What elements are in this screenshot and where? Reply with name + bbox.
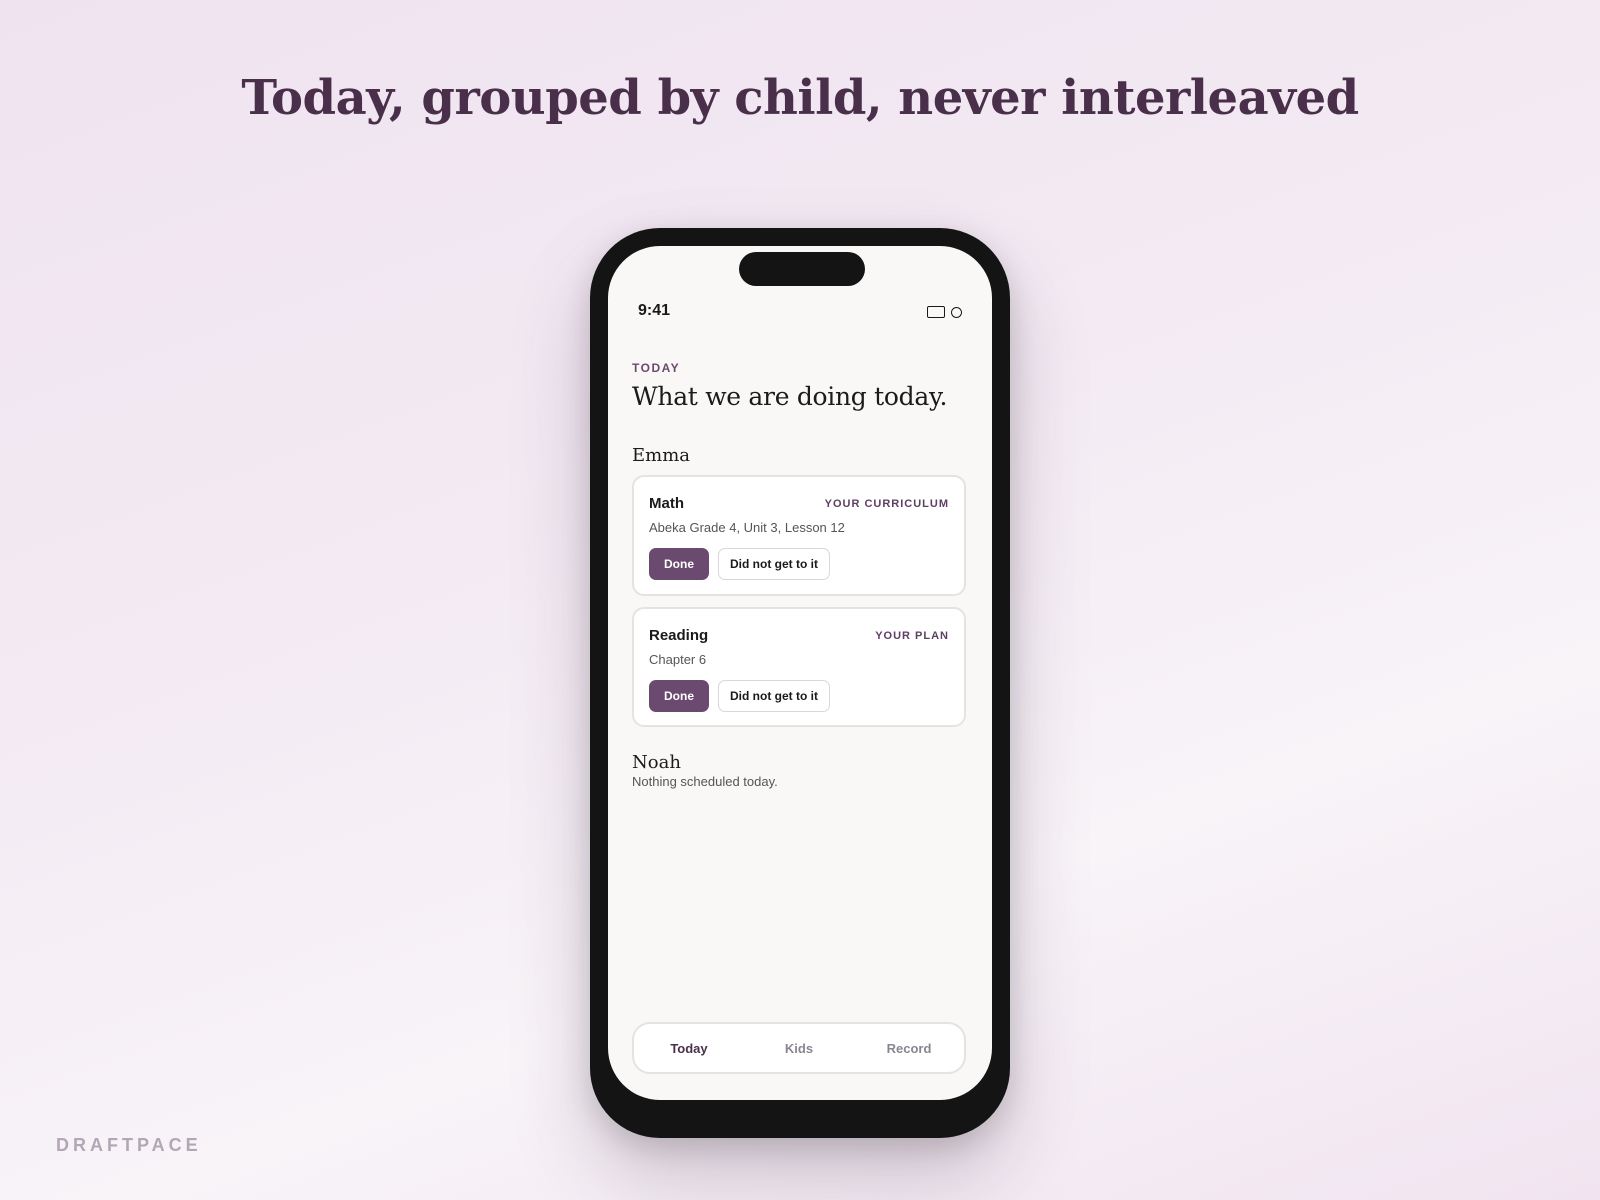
child-name-emma: Emma (632, 445, 691, 466)
child-name-noah: Noah (632, 752, 681, 773)
bottom-tab-bar: Today Kids Record (632, 1022, 966, 1074)
card-detail: Abeka Grade 4, Unit 3, Lesson 12 (649, 520, 845, 535)
status-time: 9:41 (638, 302, 671, 319)
tab-today[interactable]: Today (635, 1041, 744, 1056)
done-button[interactable]: Done (649, 548, 709, 580)
did-not-get-to-it-button[interactable]: Did not get to it (718, 680, 830, 712)
section-eyebrow: TODAY (632, 361, 681, 375)
circle-icon (951, 306, 962, 318)
lesson-card-reading: Reading YOUR PLAN Chapter 6 Done Did not… (632, 607, 966, 727)
page-title: What we are doing today. (632, 382, 948, 411)
battery-icon (927, 306, 945, 318)
tab-record[interactable]: Record (855, 1041, 964, 1056)
status-icons (927, 306, 962, 318)
brand-wordmark: DRAFTPACE (56, 1135, 202, 1155)
card-subject: Math (649, 495, 684, 512)
card-detail: Chapter 6 (649, 652, 707, 667)
card-subject: Reading (649, 627, 709, 644)
card-source-tag: YOUR CURRICULUM (824, 498, 949, 510)
dynamic-island (739, 252, 865, 286)
phone-frame: 9:41 TODAY What we are doing today. Emma… (590, 228, 1010, 1138)
done-button[interactable]: Done (649, 680, 709, 712)
card-source-tag: YOUR PLAN (875, 630, 949, 642)
did-not-get-to-it-button[interactable]: Did not get to it (718, 548, 830, 580)
empty-state-note: Nothing scheduled today. (632, 774, 778, 789)
tab-kids[interactable]: Kids (745, 1041, 854, 1056)
lesson-card-math: Math YOUR CURRICULUM Abeka Grade 4, Unit… (632, 475, 966, 596)
phone-screen: 9:41 TODAY What we are doing today. Emma… (608, 246, 992, 1100)
page-headline: Today, grouped by child, never interleav… (241, 70, 1359, 126)
